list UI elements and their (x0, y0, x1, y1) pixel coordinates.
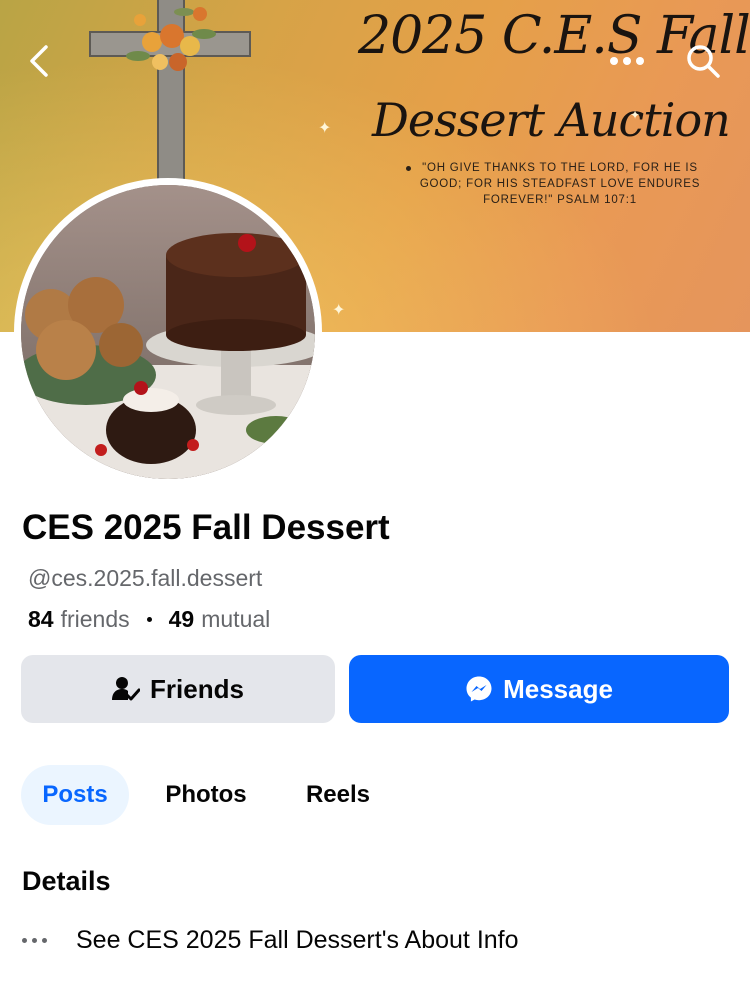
profile-name: CES 2025 Fall Dessert (22, 508, 390, 547)
profile-username: @ces.2025.fall.dessert (28, 565, 263, 591)
cross-graphic (89, 0, 251, 181)
tab-posts[interactable]: Posts (21, 765, 129, 825)
tab-photos[interactable]: Photos (150, 765, 262, 825)
message-button-label: Message (503, 673, 613, 704)
chevron-left-icon (30, 45, 48, 77)
cover-verse: "OH GIVE THANKS TO THE LORD, FOR HE IS G… (419, 162, 701, 206)
mutual-label: mutual (201, 606, 271, 632)
about-info-text: See CES 2025 Fall Dessert's About Info (76, 925, 519, 954)
about-info-link[interactable]: See CES 2025 Fall Dessert's About Info (22, 922, 519, 958)
back-button[interactable] (16, 38, 62, 84)
friend-check-icon (112, 677, 141, 701)
sparkle-icon: ✦ (318, 120, 332, 137)
search-icon (687, 45, 720, 78)
friends-button[interactable]: Friends (21, 655, 335, 723)
dessert-photo (21, 185, 315, 479)
search-button[interactable] (680, 38, 726, 84)
friends-button-label: Friends (150, 673, 244, 704)
cover-subtitle: Dessert Auction (372, 93, 731, 147)
sparkle-icon: ✦ (332, 302, 346, 319)
friends-label: friends (60, 606, 130, 632)
messenger-icon (466, 676, 492, 702)
more-button[interactable] (604, 38, 650, 84)
more-horizontal-icon (22, 937, 62, 943)
mutual-count: 49 (168, 606, 195, 632)
profile-avatar[interactable] (14, 178, 322, 486)
more-dots-icon (610, 57, 644, 65)
sparkle-icon: ✦ (630, 108, 641, 122)
friend-stats[interactable]: 84 friends 49 mutual (28, 606, 270, 633)
tab-reels[interactable]: Reels (290, 765, 386, 825)
friends-count: 84 (28, 606, 54, 632)
details-heading: Details (22, 866, 111, 896)
separator-dot (146, 617, 152, 622)
message-button[interactable]: Message (349, 655, 729, 723)
